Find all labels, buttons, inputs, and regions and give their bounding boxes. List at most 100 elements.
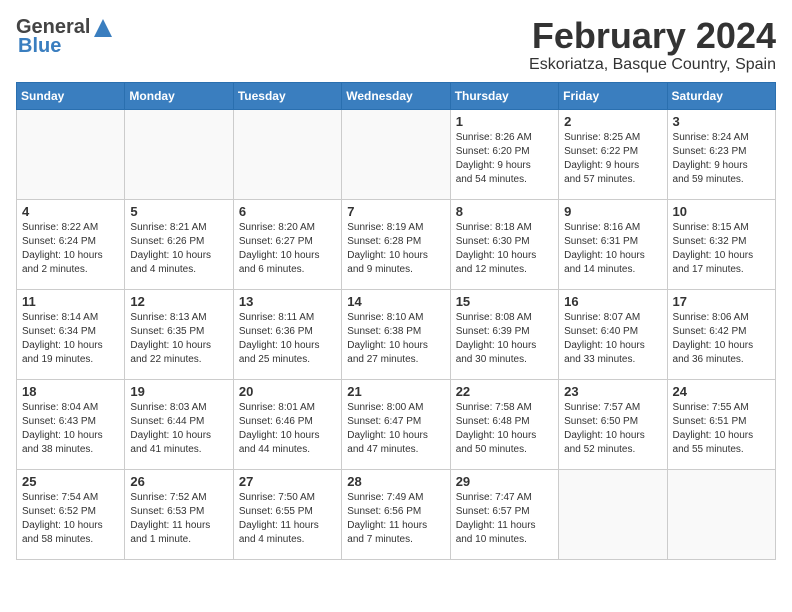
day-info: Sunrise: 8:16 AM Sunset: 6:31 PM Dayligh… — [564, 221, 661, 277]
day-number: 3 — [673, 114, 770, 129]
day-number: 11 — [22, 294, 119, 309]
calendar-cell: 29 Sunrise: 7:47 AM Sunset: 6:57 PM Dayli… — [450, 469, 558, 559]
week-row-2: 4 Sunrise: 8:22 AM Sunset: 6:24 PM Daylig… — [17, 199, 776, 289]
calendar-cell — [17, 109, 125, 199]
calendar-cell: 19Sunrise: 8:03 AM Sunset: 6:44 PM Dayli… — [125, 379, 233, 469]
calendar-cell: 4 Sunrise: 8:22 AM Sunset: 6:24 PM Daylig… — [17, 199, 125, 289]
day-info: Sunrise: 7:54 AM Sunset: 6:52 PM Dayligh… — [22, 491, 119, 547]
calendar-cell: 15Sunrise: 8:08 AM Sunset: 6:39 PM Dayli… — [450, 289, 558, 379]
day-info: Sunrise: 7:57 AM Sunset: 6:50 PM Dayligh… — [564, 401, 661, 457]
calendar-cell: 6 Sunrise: 8:20 AM Sunset: 6:27 PM Daylig… — [233, 199, 341, 289]
day-number: 18 — [22, 384, 119, 399]
logo-icon — [92, 17, 114, 39]
month-title: February 2024 — [529, 16, 776, 56]
day-info: Sunrise: 8:21 AM Sunset: 6:26 PM Dayligh… — [130, 221, 227, 277]
day-info: Sunrise: 8:10 AM Sunset: 6:38 PM Dayligh… — [347, 311, 444, 367]
day-number: 23 — [564, 384, 661, 399]
day-info: Sunrise: 7:52 AM Sunset: 6:53 PM Dayligh… — [130, 491, 227, 547]
col-tuesday: Tuesday — [233, 82, 341, 109]
title-area: February 2024 Eskoriatza, Basque Country… — [529, 16, 776, 74]
calendar-cell — [125, 109, 233, 199]
day-info: Sunrise: 8:06 AM Sunset: 6:42 PM Dayligh… — [673, 311, 770, 367]
day-info: Sunrise: 7:47 AM Sunset: 6:57 PM Dayligh… — [456, 491, 553, 547]
day-info: Sunrise: 8:07 AM Sunset: 6:40 PM Dayligh… — [564, 311, 661, 367]
day-number: 10 — [673, 204, 770, 219]
week-row-1: 1Sunrise: 8:26 AM Sunset: 6:20 PM Daylig… — [17, 109, 776, 199]
day-info: Sunrise: 8:13 AM Sunset: 6:35 PM Dayligh… — [130, 311, 227, 367]
day-number: 22 — [456, 384, 553, 399]
calendar-cell: 11 Sunrise: 8:14 AM Sunset: 6:34 PM Dayli… — [17, 289, 125, 379]
calendar-cell: 13 Sunrise: 8:11 AM Sunset: 6:36 PM Dayli… — [233, 289, 341, 379]
day-number: 8 — [456, 204, 553, 219]
calendar-cell — [342, 109, 450, 199]
day-info: Sunrise: 8:11 AM Sunset: 6:36 PM Dayligh… — [239, 311, 336, 367]
day-number: 14 — [347, 294, 444, 309]
day-number: 2 — [564, 114, 661, 129]
day-number: 28 — [347, 474, 444, 489]
day-info: Sunrise: 7:50 AM Sunset: 6:55 PM Dayligh… — [239, 491, 336, 547]
calendar-cell: 5 Sunrise: 8:21 AM Sunset: 6:26 PM Daylig… — [125, 199, 233, 289]
col-thursday: Thursday — [450, 82, 558, 109]
calendar-cell: 8 Sunrise: 8:18 AM Sunset: 6:30 PM Daylig… — [450, 199, 558, 289]
calendar-cell — [559, 469, 667, 559]
day-info: Sunrise: 8:20 AM Sunset: 6:27 PM Dayligh… — [239, 221, 336, 277]
calendar-cell: 1Sunrise: 8:26 AM Sunset: 6:20 PM Daylig… — [450, 109, 558, 199]
day-number: 7 — [347, 204, 444, 219]
day-number: 15 — [456, 294, 553, 309]
day-info: Sunrise: 8:18 AM Sunset: 6:30 PM Dayligh… — [456, 221, 553, 277]
col-sunday: Sunday — [17, 82, 125, 109]
day-number: 9 — [564, 204, 661, 219]
day-number: 24 — [673, 384, 770, 399]
day-number: 21 — [347, 384, 444, 399]
day-info: Sunrise: 8:01 AM Sunset: 6:46 PM Dayligh… — [239, 401, 336, 457]
day-info: Sunrise: 8:19 AM Sunset: 6:28 PM Dayligh… — [347, 221, 444, 277]
location-title: Eskoriatza, Basque Country, Spain — [529, 56, 776, 74]
col-saturday: Saturday — [667, 82, 775, 109]
calendar-cell: 7 Sunrise: 8:19 AM Sunset: 6:28 PM Daylig… — [342, 199, 450, 289]
calendar-cell: 10 Sunrise: 8:15 AM Sunset: 6:32 PM Dayli… — [667, 199, 775, 289]
col-wednesday: Wednesday — [342, 82, 450, 109]
day-number: 19 — [130, 384, 227, 399]
day-number: 5 — [130, 204, 227, 219]
logo: General Blue — [16, 16, 114, 58]
col-monday: Monday — [125, 82, 233, 109]
calendar-cell — [233, 109, 341, 199]
calendar-cell: 12 Sunrise: 8:13 AM Sunset: 6:35 PM Dayli… — [125, 289, 233, 379]
day-number: 26 — [130, 474, 227, 489]
calendar-cell: 20 Sunrise: 8:01 AM Sunset: 6:46 PM Dayli… — [233, 379, 341, 469]
day-number: 6 — [239, 204, 336, 219]
calendar-cell: 14 Sunrise: 8:10 AM Sunset: 6:38 PM Dayli… — [342, 289, 450, 379]
week-row-5: 25 Sunrise: 7:54 AM Sunset: 6:52 PM Dayli… — [17, 469, 776, 559]
day-number: 16 — [564, 294, 661, 309]
day-number: 1 — [456, 114, 553, 129]
calendar-cell: 25 Sunrise: 7:54 AM Sunset: 6:52 PM Dayli… — [17, 469, 125, 559]
calendar-cell: 26 Sunrise: 7:52 AM Sunset: 6:53 PM Dayli… — [125, 469, 233, 559]
day-info: Sunrise: 7:55 AM Sunset: 6:51 PM Dayligh… — [673, 401, 770, 457]
calendar-cell: 3Sunrise: 8:24 AM Sunset: 6:23 PM Daylig… — [667, 109, 775, 199]
day-info: Sunrise: 8:00 AM Sunset: 6:47 PM Dayligh… — [347, 401, 444, 457]
day-info: Sunrise: 7:49 AM Sunset: 6:56 PM Dayligh… — [347, 491, 444, 547]
calendar-cell: 2 Sunrise: 8:25 AM Sunset: 6:22 PM Daylig… — [559, 109, 667, 199]
calendar-cell — [667, 469, 775, 559]
week-row-4: 18Sunrise: 8:04 AM Sunset: 6:43 PM Dayli… — [17, 379, 776, 469]
day-number: 27 — [239, 474, 336, 489]
day-info: Sunrise: 8:14 AM Sunset: 6:34 PM Dayligh… — [22, 311, 119, 367]
day-number: 29 — [456, 474, 553, 489]
day-number: 25 — [22, 474, 119, 489]
calendar-cell: 18Sunrise: 8:04 AM Sunset: 6:43 PM Dayli… — [17, 379, 125, 469]
calendar-cell: 21 Sunrise: 8:00 AM Sunset: 6:47 PM Dayli… — [342, 379, 450, 469]
day-number: 4 — [22, 204, 119, 219]
day-number: 17 — [673, 294, 770, 309]
day-number: 20 — [239, 384, 336, 399]
header: General Blue February 2024 Eskoriatza, B… — [16, 16, 776, 74]
day-info: Sunrise: 8:22 AM Sunset: 6:24 PM Dayligh… — [22, 221, 119, 277]
calendar-cell: 28 Sunrise: 7:49 AM Sunset: 6:56 PM Dayli… — [342, 469, 450, 559]
day-info: Sunrise: 8:15 AM Sunset: 6:32 PM Dayligh… — [673, 221, 770, 277]
column-headers: Sunday Monday Tuesday Wednesday Thursday… — [17, 82, 776, 109]
calendar-cell: 23 Sunrise: 7:57 AM Sunset: 6:50 PM Dayli… — [559, 379, 667, 469]
day-number: 12 — [130, 294, 227, 309]
day-info: Sunrise: 8:25 AM Sunset: 6:22 PM Dayligh… — [564, 131, 661, 187]
col-friday: Friday — [559, 82, 667, 109]
calendar-cell: 16 Sunrise: 8:07 AM Sunset: 6:40 PM Dayli… — [559, 289, 667, 379]
day-number: 13 — [239, 294, 336, 309]
